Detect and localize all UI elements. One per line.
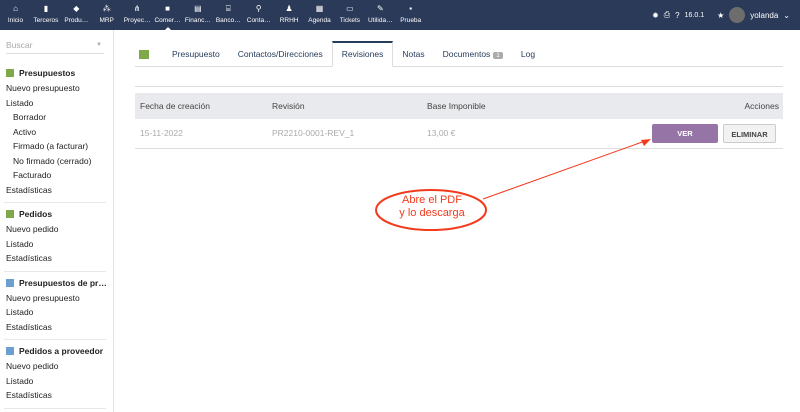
annotation-arrow (482, 140, 646, 200)
annotation-line-2: y lo descarga (399, 207, 465, 219)
arrow-head (641, 139, 651, 146)
annotation-line-1: Abre el PDF (402, 194, 462, 206)
annotation-note: Abre el PDF y lo descarga (377, 194, 487, 220)
